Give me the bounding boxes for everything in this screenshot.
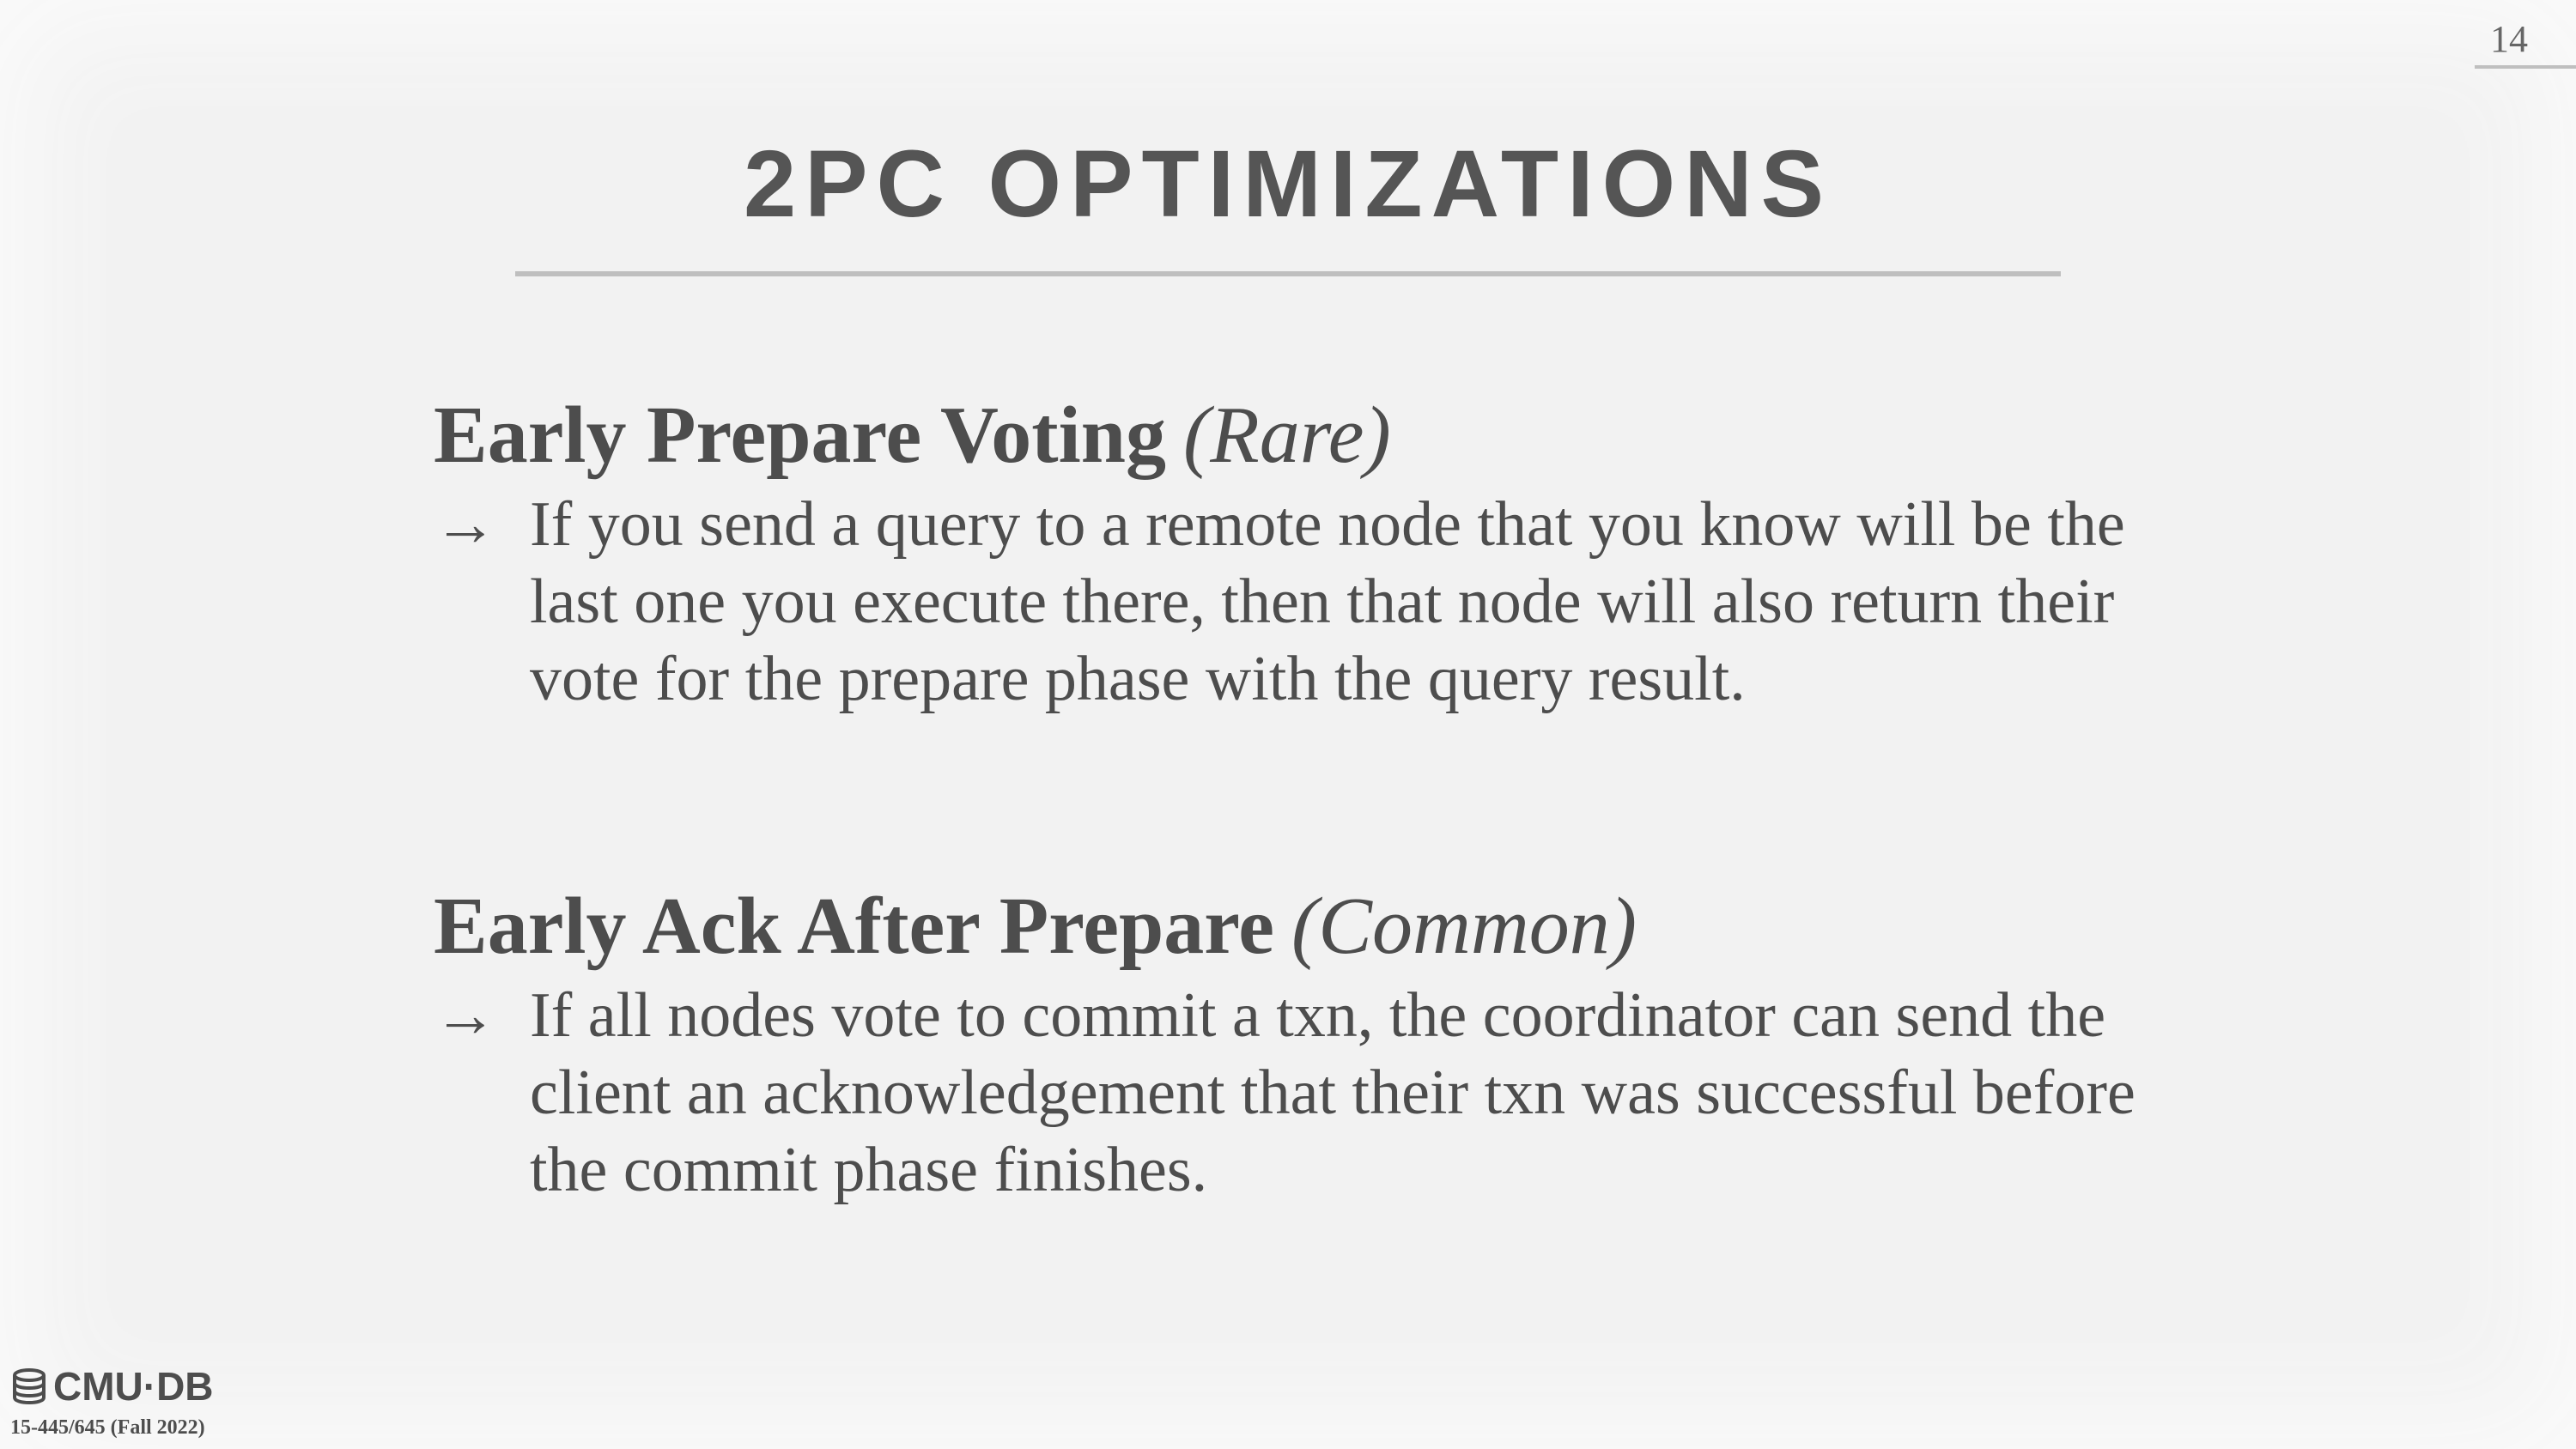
section-heading-tag: (Rare) — [1182, 391, 1391, 480]
course-label: 15-445/645 (Fall 2022) — [10, 1416, 205, 1439]
section-early-ack-after-prepare: Early Ack After Prepare (Common) → If all… — [434, 876, 2220, 1209]
section-heading-tag: (Common) — [1291, 882, 1637, 971]
page-number: 14 — [2490, 18, 2528, 60]
slide: 14 2PC OPTIMIZATIONS Early Prepare Votin… — [0, 0, 2576, 1449]
page-number-divider — [2475, 65, 2576, 69]
logo-text: CMU·DB — [53, 1364, 214, 1409]
database-icon — [10, 1367, 48, 1405]
section-heading-text: Early Prepare Voting — [434, 391, 1166, 480]
arrow-right-icon: → — [434, 489, 497, 560]
bullet-text: If all nodes vote to commit a txn, the c… — [530, 980, 2136, 1205]
cmu-db-logo: CMU·DB — [10, 1363, 214, 1410]
section-heading-text: Early Ack After Prepare — [434, 882, 1274, 971]
section-early-prepare-voting: Early Prepare Voting (Rare) → If you send… — [434, 385, 2220, 718]
slide-title: 2PC OPTIMIZATIONS — [743, 131, 1832, 237]
bullet-text: If you send a query to a remote node tha… — [530, 489, 2125, 714]
bullet-item: → If you send a query to a remote node t… — [434, 486, 2220, 718]
bullet-item: → If all nodes vote to commit a txn, the… — [434, 977, 2220, 1209]
title-divider — [515, 271, 2061, 276]
section-heading: Early Ack After Prepare (Common) — [434, 876, 2220, 977]
section-heading: Early Prepare Voting (Rare) — [434, 385, 2220, 486]
arrow-right-icon: → — [434, 980, 497, 1051]
